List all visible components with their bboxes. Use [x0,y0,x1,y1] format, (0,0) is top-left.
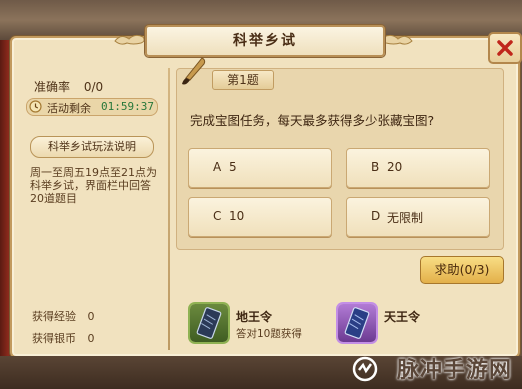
accuracy-label: 准确率 [34,80,71,94]
accuracy-value: 0/0 [83,80,104,94]
activity-timer: 活动剩余 01:59:37 [26,98,158,116]
option-value: 20 [387,160,403,174]
option-letter: C [213,209,222,223]
option-c-button[interactable]: C 10 [188,197,332,237]
question-number: 第1题 [212,70,274,90]
cloud-ornament-right-icon [382,34,413,45]
option-a-button[interactable]: A 5 [188,148,332,188]
earned-silver-label: 获得银币 [32,332,76,345]
timer-value: 01:59:37 [101,100,154,113]
question-text: 完成宝图任务，每天最多获得多少张藏宝图? [190,113,435,128]
scroll-icon [338,304,376,342]
option-value: 10 [229,209,245,223]
option-letter: D [371,209,381,223]
watermark-logo-icon [352,356,378,382]
panel-divider [168,68,170,350]
earned-silver-row: 获得银币 0 [32,328,158,350]
brush-icon [182,57,206,85]
scroll-icon [190,304,228,342]
earned-exp-row: 获得经验 0 [32,306,158,328]
earned-exp-label: 获得经验 [32,310,76,323]
option-d-button[interactable]: D 无限制 [346,197,490,237]
rules-button[interactable]: 科举乡试玩法说明 [30,136,154,158]
scroll-icon-graphic [344,307,370,339]
dialog-title: 科举乡试 [233,33,297,49]
game-scene: 科举乡试 准确率 0/0 活动剩余 01:59:37 科举乡试玩法说明 周一至周… [0,0,522,389]
earned-silver-value: 0 [87,332,95,345]
scroll-icon-graphic [196,307,222,339]
reward-item[interactable]: 天王令 [338,304,468,344]
earned-exp-value: 0 [87,310,95,323]
timer-label: 活动剩余 [47,102,91,115]
option-value: 5 [229,160,237,174]
watermark-text: 脉冲手游网 [396,358,512,383]
accuracy-row: 准确率 0/0 [34,78,103,95]
close-icon [497,40,513,56]
status-panel: 准确率 0/0 活动剩余 01:59:37 科举乡试玩法说明 周一至周五19点至… [20,66,168,350]
reward-item-name: 天王令 [384,310,421,324]
reward-item-desc: 答对10题获得 [236,328,302,340]
close-button[interactable] [488,32,522,64]
reward-item[interactable]: 地王令 答对10题获得 [190,304,320,344]
earned-summary: 获得经验 0 获得银币 0 [32,306,158,350]
help-button[interactable]: 求助(0/3) [420,256,504,284]
dialog-title-plaque: 科举乡试 [145,25,385,57]
option-letter: B [371,160,380,174]
reward-item-name: 地王令 [236,310,273,324]
rules-description: 周一至周五19点至21点为科举乡试，界面栏中回答20道题目 [30,166,157,205]
option-value: 无限制 [387,211,424,225]
option-b-button[interactable]: B 20 [346,148,490,188]
option-letter: A [213,160,222,174]
clock-icon [29,100,42,113]
cloud-ornament-left-icon [114,34,145,45]
